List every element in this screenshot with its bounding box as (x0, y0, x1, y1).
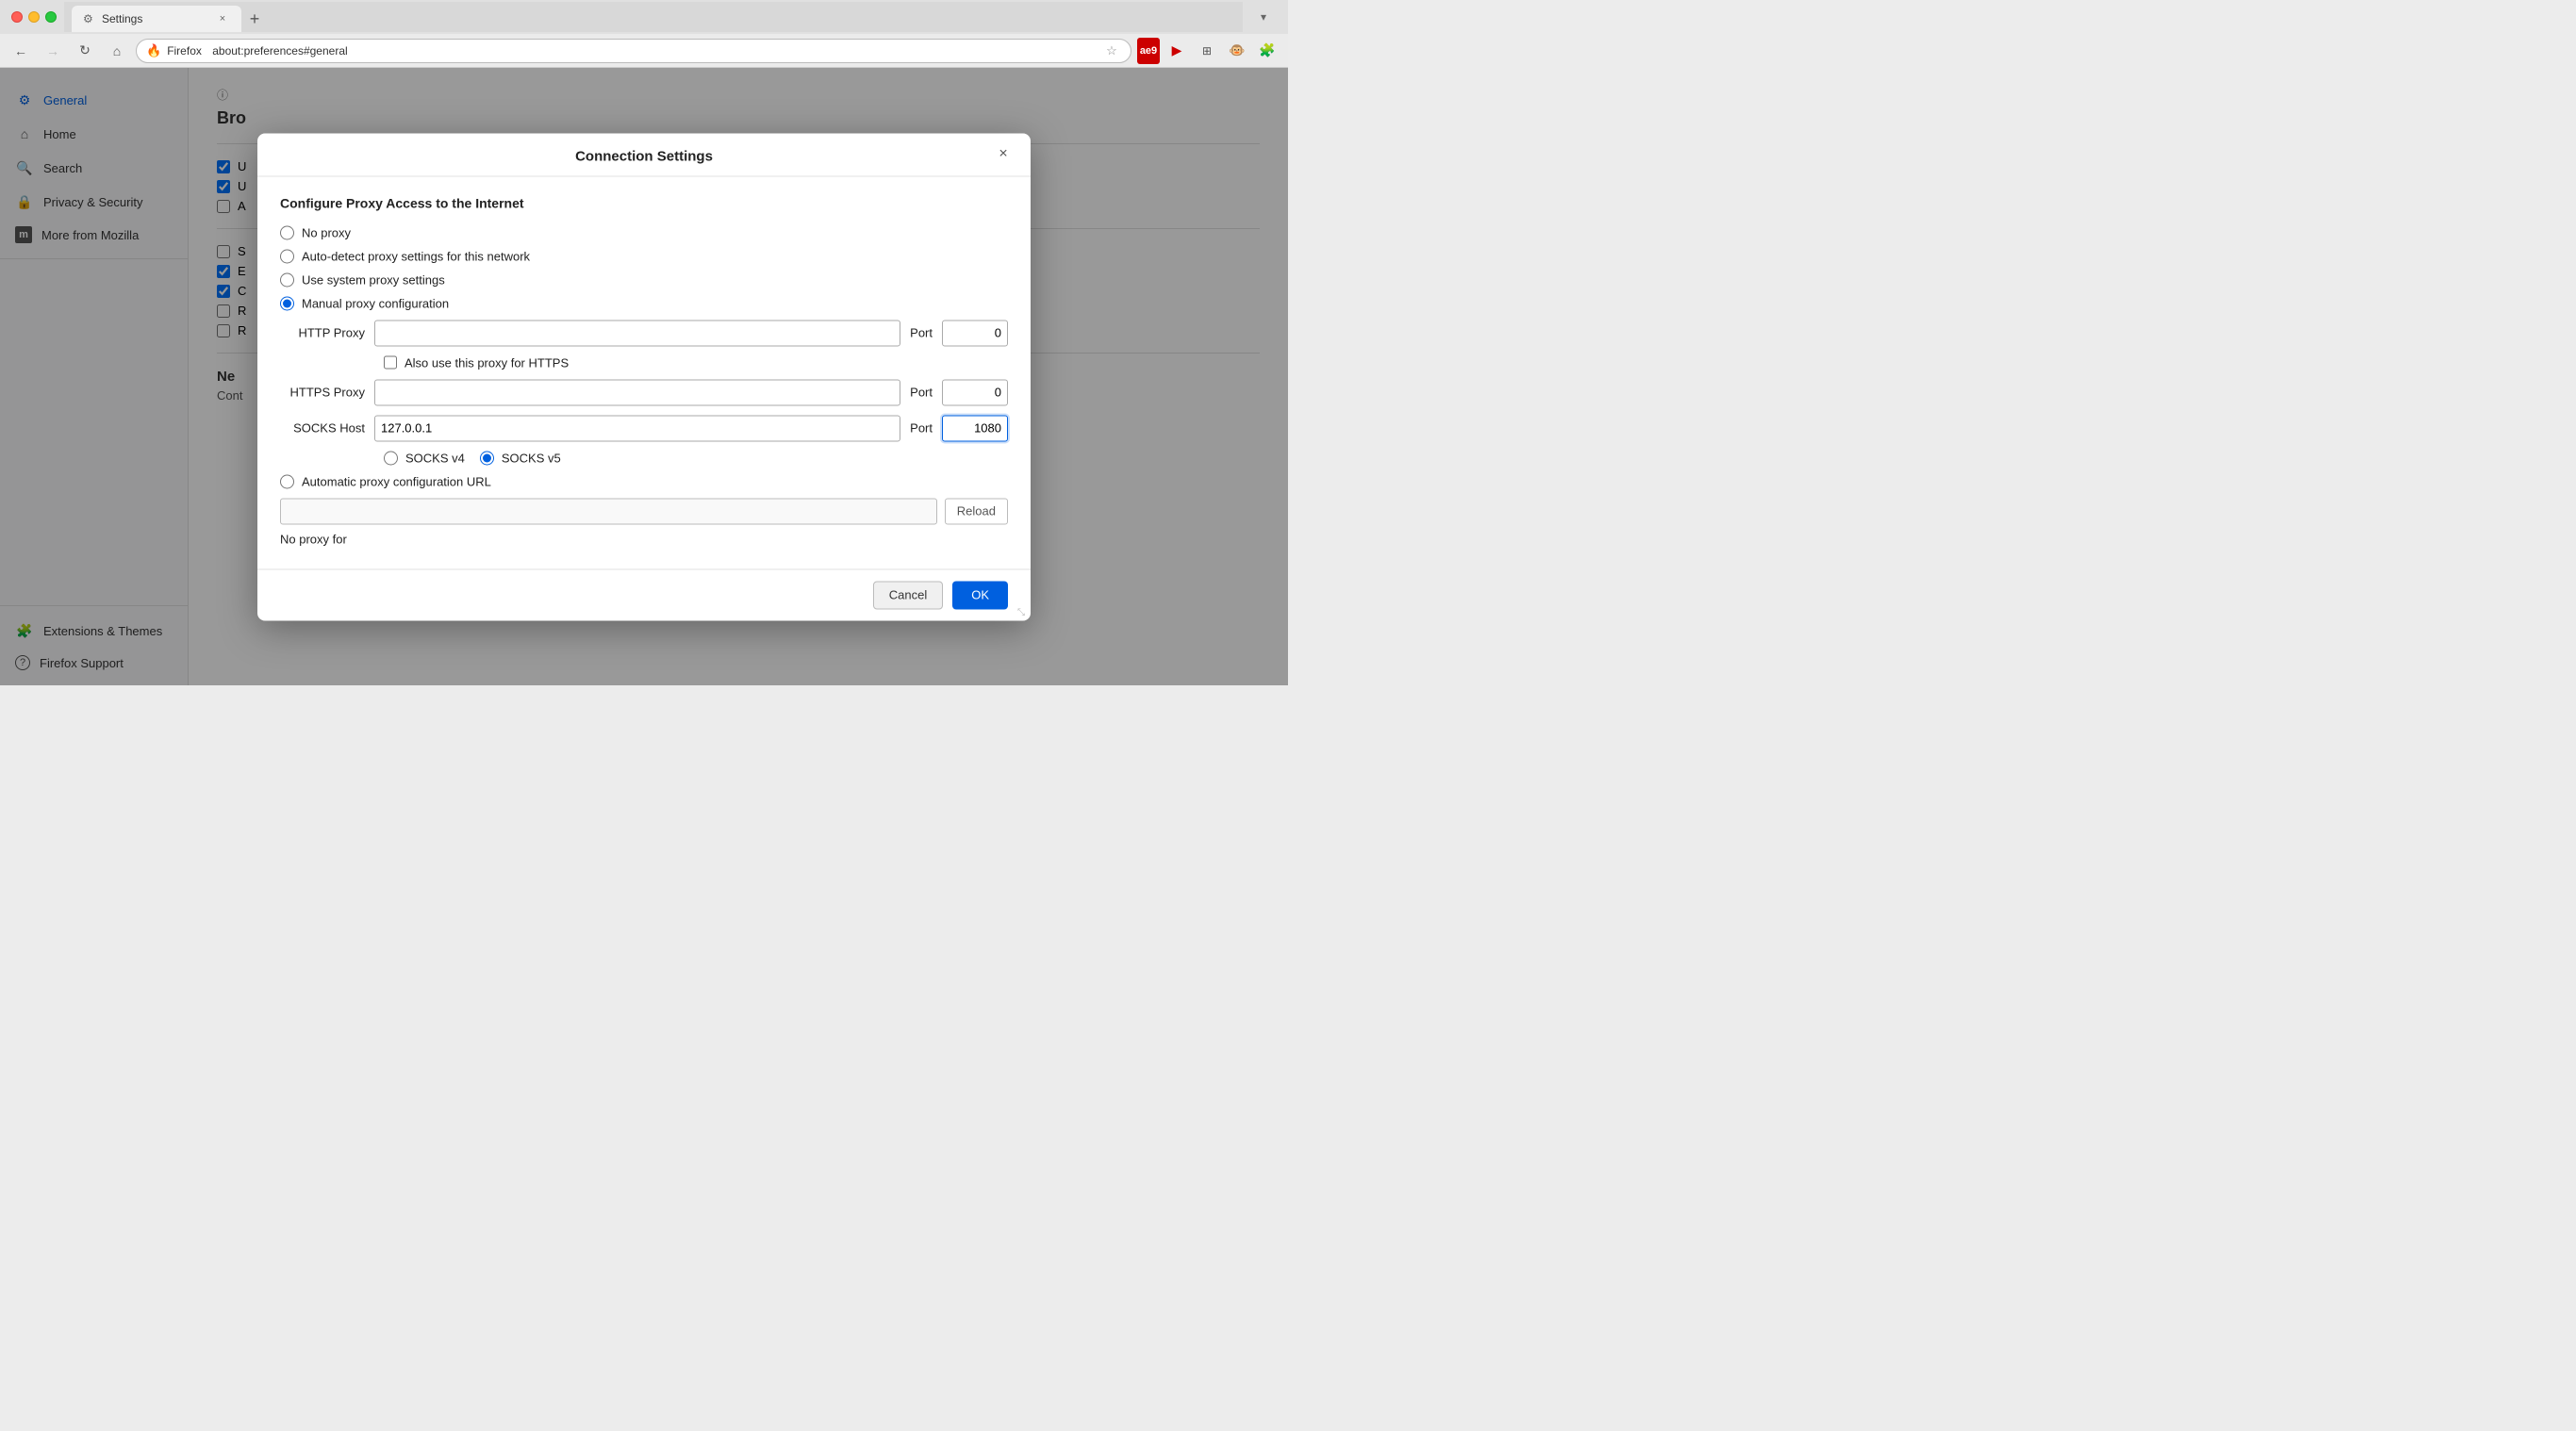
chevron-down-icon[interactable]: ▾ (1250, 4, 1277, 30)
socks-v4-label: SOCKS v4 (405, 451, 465, 465)
title-bar: ⚙ Settings × + ▾ (0, 0, 1288, 34)
socks-version-row: SOCKS v4 SOCKS v5 (384, 451, 1008, 465)
no-proxy-radio[interactable] (280, 225, 294, 239)
back-button[interactable]: ← (8, 38, 34, 64)
modal-title: Connection Settings (575, 148, 713, 164)
puzzle-icon[interactable]: 🧩 (1254, 38, 1280, 64)
auto-detect-option[interactable]: Auto-detect proxy settings for this netw… (280, 249, 1008, 263)
https-proxy-input[interactable] (374, 379, 900, 405)
auto-proxy-url-radio[interactable] (280, 474, 294, 488)
auto-proxy-url-label: Automatic proxy configuration URL (302, 474, 491, 488)
monkey-icon[interactable]: 🐵 (1224, 38, 1250, 64)
manual-proxy-option[interactable]: Manual proxy configuration (280, 296, 1008, 310)
nav-bar: ← → ↻ ⌂ 🔥 Firefox about:preferences#gene… (0, 34, 1288, 68)
browser-chrome: ⚙ Settings × + ▾ ← → ↻ ⌂ 🔥 Firefox about… (0, 0, 1288, 68)
http-port-input[interactable] (942, 320, 1008, 346)
auto-proxy-input-row: Reload (280, 498, 1008, 524)
socks-port-input[interactable] (942, 415, 1008, 441)
socks-v4-radio[interactable] (384, 451, 398, 465)
https-proxy-label: HTTPS Proxy (280, 386, 365, 400)
socks-v5-option[interactable]: SOCKS v5 (480, 451, 561, 465)
also-https-checkbox[interactable] (384, 356, 397, 370)
settings-tab-icon: ⚙ (83, 12, 96, 25)
cancel-button[interactable]: Cancel (873, 581, 943, 609)
system-proxy-radio[interactable] (280, 272, 294, 287)
address-url: about:preferences#general (212, 44, 347, 58)
https-proxy-row: HTTPS Proxy Port (280, 379, 1008, 405)
http-proxy-label: HTTP Proxy (280, 326, 365, 340)
traffic-lights (11, 11, 57, 23)
manual-proxy-label: Manual proxy configuration (302, 296, 449, 310)
system-proxy-option[interactable]: Use system proxy settings (280, 272, 1008, 287)
address-prefix: Firefox (167, 44, 202, 58)
reload-button[interactable]: Reload (945, 498, 1008, 524)
https-port-input[interactable] (942, 379, 1008, 405)
socks-v4-option[interactable]: SOCKS v4 (384, 451, 465, 465)
bookmark-button[interactable]: ☆ (1102, 41, 1121, 60)
address-text: Firefox about:preferences#general (167, 44, 1097, 58)
close-window-button[interactable] (11, 11, 23, 23)
proxy-section-title: Configure Proxy Access to the Internet (280, 195, 1008, 210)
http-proxy-row: HTTP Proxy Port (280, 320, 1008, 346)
modal-footer: Cancel OK (257, 568, 1031, 620)
auto-detect-label: Auto-detect proxy settings for this netw… (302, 249, 530, 263)
http-proxy-input[interactable] (374, 320, 900, 346)
auto-detect-radio[interactable] (280, 249, 294, 263)
socks-host-row: SOCKS Host Port (280, 415, 1008, 441)
close-tab-button[interactable]: × (215, 11, 230, 26)
http-port-label: Port (910, 326, 933, 340)
extensions-icon[interactable]: ae9 (1137, 38, 1160, 64)
home-button[interactable]: ⌂ (104, 38, 130, 64)
no-proxy-label: No proxy (302, 225, 351, 239)
auto-proxy-url-option[interactable]: Automatic proxy configuration URL (280, 474, 1008, 488)
socks-v5-radio[interactable] (480, 451, 494, 465)
address-bar[interactable]: 🔥 Firefox about:preferences#general ☆ (136, 39, 1131, 63)
settings-tab[interactable]: ⚙ Settings × (72, 6, 241, 32)
modal-header: Connection Settings × (257, 133, 1031, 176)
grid-icon[interactable]: ⊞ (1194, 38, 1220, 64)
toolbar-icons: ae9 ▶ ⊞ 🐵 🧩 (1137, 38, 1280, 64)
no-proxy-option[interactable]: No proxy (280, 225, 1008, 239)
connection-settings-modal: Connection Settings × Configure Proxy Ac… (257, 133, 1031, 620)
manual-proxy-radio[interactable] (280, 296, 294, 310)
minimize-window-button[interactable] (28, 11, 40, 23)
reload-button[interactable]: ↻ (72, 38, 98, 64)
forward-button[interactable]: → (40, 38, 66, 64)
main-content: ⚙ General ⌂ Home 🔍 Search 🔒 Privacy & Se… (0, 68, 1288, 685)
firefox-icon: 🔥 (146, 43, 161, 58)
maximize-window-button[interactable] (45, 11, 57, 23)
no-proxy-for-label: No proxy for (280, 532, 1008, 546)
settings-tab-label: Settings (102, 12, 142, 25)
modal-body: Configure Proxy Access to the Internet N… (257, 176, 1031, 568)
auto-proxy-url-input[interactable] (280, 498, 937, 524)
ok-button[interactable]: OK (952, 581, 1008, 609)
socks-v5-label: SOCKS v5 (502, 451, 561, 465)
socks-host-input[interactable] (374, 415, 900, 441)
tabs-bar: ⚙ Settings × + (64, 2, 1243, 32)
resize-handle[interactable]: ⤡ (1017, 607, 1027, 617)
socks-host-label: SOCKS Host (280, 421, 365, 436)
new-tab-button[interactable]: + (241, 6, 268, 32)
also-https-option[interactable]: Also use this proxy for HTTPS (384, 355, 1008, 370)
https-port-label: Port (910, 386, 933, 400)
socks-port-label: Port (910, 421, 933, 436)
system-proxy-label: Use system proxy settings (302, 272, 445, 287)
youtube-icon[interactable]: ▶ (1164, 38, 1190, 64)
also-https-label: Also use this proxy for HTTPS (405, 355, 569, 370)
modal-close-button[interactable]: × (991, 142, 1016, 167)
